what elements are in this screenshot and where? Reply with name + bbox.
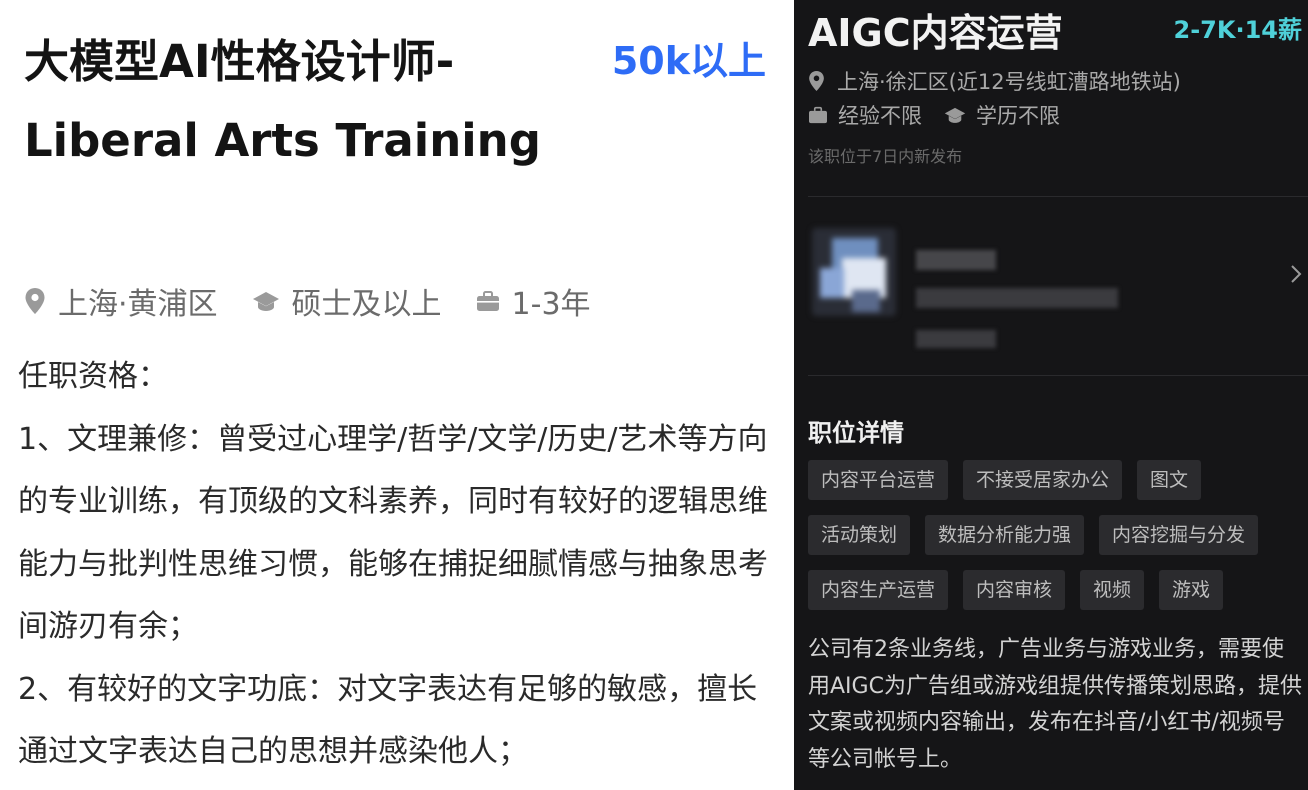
job-tags: 内容平台运营 不接受居家办公 图文 活动策划 数据分析能力强 内容挖掘与分发 内… <box>808 460 1304 625</box>
right-job-location[interactable]: 上海·徐汇区(近12号线虹漕路地铁站) <box>808 66 1181 96</box>
left-job-meta: 上海·黄浦区 硕士及以上 1-3年 <box>24 278 625 324</box>
left-meta-education: 硕士及以上 <box>252 279 442 323</box>
left-job-requirements: 任职资格： 1、文理兼修：曾受过心理学/哲学/文学/历史/艺术等方向的专业训练，… <box>18 346 784 784</box>
right-meta-experience: 经验不限 <box>808 100 922 130</box>
job-tag: 图文 <box>1137 460 1202 500</box>
tag-row: 活动策划 数据分析能力强 内容挖掘与分发 <box>808 515 1304 555</box>
job-tag: 内容平台运营 <box>808 460 949 500</box>
job-tag: 不接受居家办公 <box>963 460 1123 500</box>
right-job-card: AIGC内容运营 2-7K·14薪 上海·徐汇区(近12号线虹漕路地铁站) 经验… <box>794 0 1308 790</box>
right-location-text: 上海·徐汇区(近12号线虹漕路地铁站) <box>837 70 1181 94</box>
job-tag: 游戏 <box>1159 570 1224 610</box>
tag-row: 内容生产运营 内容审核 视频 游戏 <box>808 570 1304 610</box>
comparison-screenshot: 大模型AI性格设计师-Liberal Arts Training 50k以上 上… <box>0 0 1308 790</box>
left-location-text: 上海·黄浦区 <box>58 287 218 322</box>
divider <box>808 375 1308 376</box>
chevron-right-icon[interactable] <box>1290 264 1302 284</box>
requirement-item: 1、文理兼修：曾受过心理学/哲学/文学/历史/艺术等方向的专业训练，有顶级的文科… <box>18 421 768 645</box>
left-job-title: 大模型AI性格设计师-Liberal Arts Training <box>24 35 541 167</box>
divider <box>808 196 1308 197</box>
job-tag: 视频 <box>1080 570 1145 610</box>
recruiter-name <box>916 250 996 270</box>
posted-notice: 该职位于7日内新发布 <box>808 147 963 166</box>
job-tag: 活动策划 <box>808 515 911 555</box>
left-meta-location: 上海·黄浦区 <box>24 279 218 323</box>
right-job-title: AIGC内容运营 <box>808 11 1063 55</box>
recruiter-avatar[interactable] <box>812 228 896 316</box>
requirements-heading: 任职资格： <box>18 359 168 394</box>
job-tag: 内容审核 <box>963 570 1066 610</box>
left-experience-text: 1-3年 <box>511 287 591 322</box>
briefcase-icon <box>809 106 827 124</box>
job-tag: 内容挖掘与分发 <box>1099 515 1259 555</box>
briefcase-icon <box>476 291 499 311</box>
left-job-salary: 50k以上 <box>611 39 766 83</box>
job-tag: 数据分析能力强 <box>925 515 1085 555</box>
tag-row: 内容平台运营 不接受居家办公 图文 <box>808 460 1304 500</box>
location-pin-icon <box>809 70 824 92</box>
graduation-cap-icon <box>944 107 966 123</box>
job-tag: 内容生产运营 <box>808 570 949 610</box>
recruiter-status <box>916 330 996 348</box>
left-job-card: 大模型AI性格设计师-Liberal Arts Training 50k以上 上… <box>0 0 794 790</box>
left-meta-experience: 1-3年 <box>476 279 591 323</box>
right-job-requirements: 经验不限 学历不限 <box>808 100 1082 130</box>
right-education-text: 学历不限 <box>976 104 1060 128</box>
right-meta-education: 学历不限 <box>944 100 1060 130</box>
right-job-salary: 2-7K·14薪 <box>1173 16 1302 44</box>
location-pin-icon <box>25 288 45 314</box>
right-experience-text: 经验不限 <box>838 104 922 128</box>
graduation-cap-icon <box>252 292 279 311</box>
right-job-description: 公司有2条业务线，广告业务与游戏业务，需要使用AIGC为广告组或游戏组提供传播策… <box>808 637 1302 772</box>
job-details-heading: 职位详情 <box>808 419 904 447</box>
recruiter-company <box>916 288 1118 308</box>
left-education-text: 硕士及以上 <box>291 287 442 322</box>
requirement-item: 2、有较好的文字功底：对文字表达有足够的敏感，擅长通过文字表达自己的思想并感染他… <box>18 671 758 770</box>
